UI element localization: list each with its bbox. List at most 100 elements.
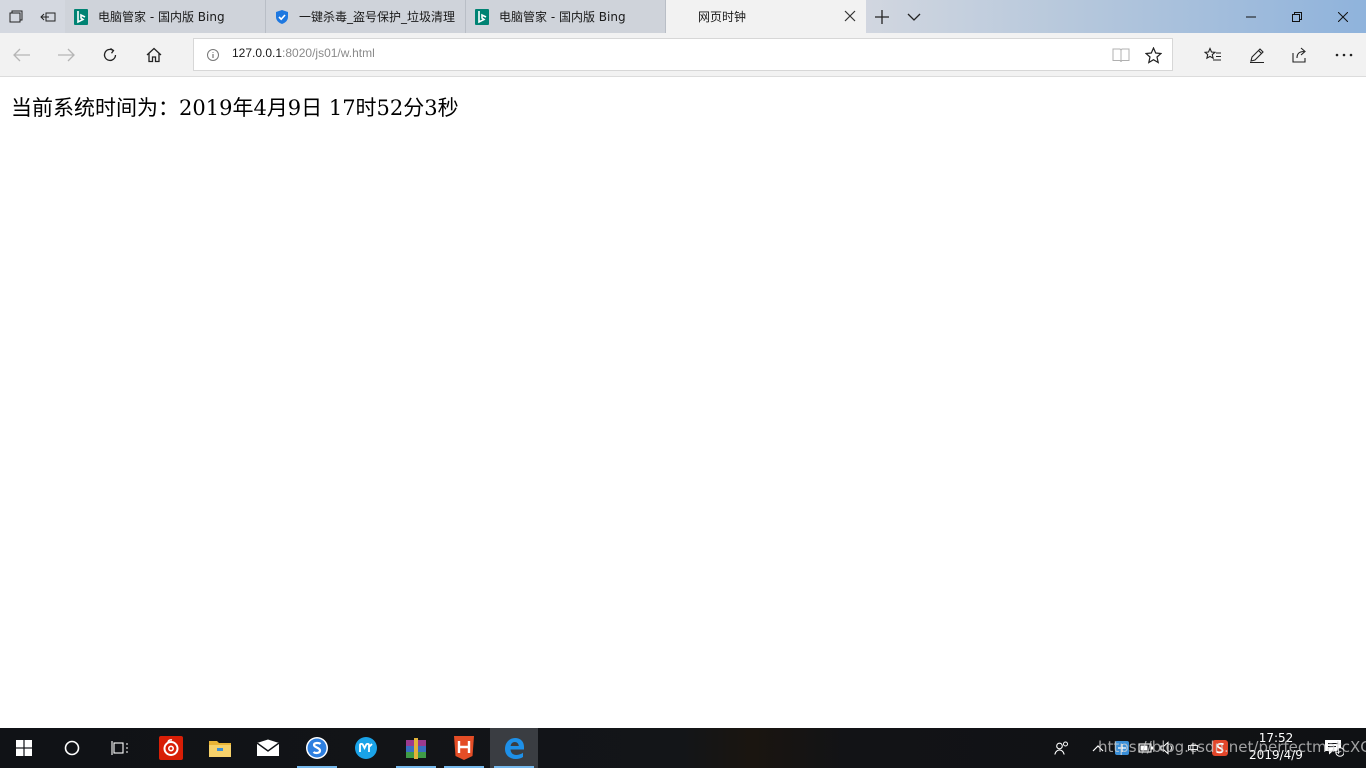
- system-time-text: 当前系统时间为：2019年4月9日 17时52分3秒: [11, 96, 459, 120]
- sogou-s-icon: [306, 737, 328, 759]
- favorites-list-icon: [1204, 47, 1221, 61]
- sogou-ime-icon: [1212, 740, 1228, 756]
- chevron-down-icon: [907, 13, 921, 21]
- close-tab-button[interactable]: [842, 8, 858, 24]
- edge-e-icon: [505, 738, 524, 759]
- page-content: 当前系统时间为：2019年4月9日 17时52分3秒: [0, 78, 1366, 728]
- close-icon: [1338, 11, 1348, 22]
- url-text[interactable]: 127.0.0.1:8020/js01/w.html: [232, 46, 375, 60]
- input-language-label: 中: [1186, 741, 1199, 756]
- tab-title: 电脑管家 - 国内版 Bing: [98, 10, 225, 24]
- restore-button[interactable]: [1274, 0, 1320, 33]
- notification-count: 4: [1335, 747, 1341, 756]
- task-view-button[interactable]: [96, 728, 144, 768]
- address-bar[interactable]: 127.0.0.1:8020/js01/w.html: [193, 38, 1173, 71]
- people-button[interactable]: [1050, 728, 1074, 768]
- minimize-icon: [1246, 16, 1256, 17]
- volume-button[interactable]: [1158, 728, 1178, 768]
- refresh-icon: [103, 47, 117, 61]
- set-aside-tabs-button[interactable]: [0, 0, 32, 33]
- home-button[interactable]: [132, 37, 176, 73]
- sogou-browser-app[interactable]: [293, 728, 341, 768]
- tab-title: 一键杀毒_盗号保护_垃圾清理: [299, 10, 456, 24]
- tab-4-active[interactable]: 网页时钟: [666, 0, 866, 33]
- notification-icon: [1325, 740, 1344, 757]
- winrar-books-icon: [406, 738, 426, 759]
- chevron-up-icon: [1092, 745, 1104, 752]
- reading-view-button[interactable]: [1112, 46, 1130, 64]
- arrow-left-icon: [13, 48, 30, 62]
- browser-window: 电脑管家 - 国内版 Bing 一键杀毒_盗号保护_垃圾清理 电脑管家 - 国内…: [0, 0, 1366, 728]
- new-tab-button[interactable]: [866, 0, 898, 33]
- clock-time: 17:52: [1258, 731, 1294, 745]
- back-button[interactable]: [0, 37, 44, 73]
- clock-date: 2019/4/9: [1249, 748, 1303, 762]
- tabs-stack-icon: [9, 10, 23, 22]
- tab-arrow-icon: [40, 12, 56, 21]
- task-view-icon: [111, 741, 128, 755]
- url-host: 127.0.0.1: [232, 46, 283, 60]
- refresh-button[interactable]: [88, 37, 132, 73]
- tab-3[interactable]: 电脑管家 - 国内版 Bing: [466, 0, 666, 33]
- tab-title: 电脑管家 - 国内版 Bing: [499, 10, 626, 24]
- action-center-button[interactable]: 4: [1322, 728, 1346, 768]
- tray-app-icon: [1115, 741, 1129, 755]
- cortana-circle-icon: [64, 740, 80, 756]
- mail-app[interactable]: [244, 728, 292, 768]
- start-button[interactable]: [0, 728, 48, 768]
- url-path: :8020/js01/w.html: [282, 46, 375, 60]
- input-language-button[interactable]: 中: [1182, 728, 1204, 768]
- tab-preview-button[interactable]: [898, 0, 930, 33]
- close-window-button[interactable]: [1320, 0, 1366, 33]
- plus-icon: [875, 9, 889, 24]
- navigation-toolbar: 127.0.0.1:8020/js01/w.html: [0, 33, 1366, 77]
- edge-browser-app[interactable]: [490, 728, 538, 768]
- web-note-button[interactable]: [1235, 37, 1279, 73]
- home-icon: [146, 47, 162, 63]
- minimize-button[interactable]: [1228, 0, 1274, 33]
- arrow-right-icon: [58, 48, 75, 62]
- book-icon: [1112, 48, 1130, 63]
- html5-h-icon: [454, 736, 474, 760]
- battery-icon: [1138, 743, 1154, 753]
- show-hidden-icons-button[interactable]: [1088, 728, 1108, 768]
- file-explorer-app[interactable]: [196, 728, 244, 768]
- star-icon: [1144, 46, 1162, 64]
- tab-1[interactable]: 电脑管家 - 国内版 Bing: [65, 0, 266, 33]
- favorite-star-button[interactable]: [1144, 46, 1162, 64]
- tab-bar: 电脑管家 - 国内版 Bing 一键杀毒_盗号保护_垃圾清理 电脑管家 - 国内…: [0, 0, 1366, 33]
- sogou-ime-button[interactable]: [1208, 728, 1232, 768]
- winrar-app[interactable]: [392, 728, 440, 768]
- blue-m-icon: [355, 737, 377, 759]
- info-icon[interactable]: [206, 48, 220, 62]
- more-dots-icon: [1335, 53, 1353, 57]
- netease-music-app[interactable]: [147, 728, 195, 768]
- close-icon: [844, 10, 856, 22]
- maxthon-app[interactable]: [342, 728, 390, 768]
- bing-icon: [73, 8, 89, 25]
- share-button[interactable]: [1278, 37, 1322, 73]
- tab-title: 网页时钟: [698, 10, 747, 24]
- pen-icon: [1250, 48, 1264, 63]
- favorites-button[interactable]: [1191, 37, 1235, 73]
- battery-button[interactable]: [1136, 728, 1156, 768]
- tab-2[interactable]: 一键杀毒_盗号保护_垃圾清理: [266, 0, 466, 33]
- taskbar-clock[interactable]: 17:52 2019/4/9: [1236, 730, 1316, 766]
- cortana-button[interactable]: [48, 728, 96, 768]
- share-icon: [1291, 47, 1306, 63]
- speaker-icon: [1160, 741, 1173, 755]
- hbuilder-app[interactable]: [440, 728, 488, 768]
- tray-app-button[interactable]: [1112, 728, 1132, 768]
- settings-more-button[interactable]: [1322, 37, 1366, 73]
- windows-logo-icon: [16, 740, 32, 756]
- netease-music-icon: [159, 736, 183, 760]
- taskbar: 中 17:52 2019/4/9 4: [0, 728, 1366, 768]
- folder-icon: [209, 741, 231, 757]
- mail-envelope-icon: [256, 739, 280, 756]
- forward-button[interactable]: [44, 37, 88, 73]
- tabs-aside-button[interactable]: [32, 0, 64, 33]
- restore-icon: [1292, 11, 1302, 22]
- bing-icon: [474, 8, 490, 25]
- shield-icon: [274, 9, 290, 25]
- people-icon: [1054, 741, 1068, 755]
